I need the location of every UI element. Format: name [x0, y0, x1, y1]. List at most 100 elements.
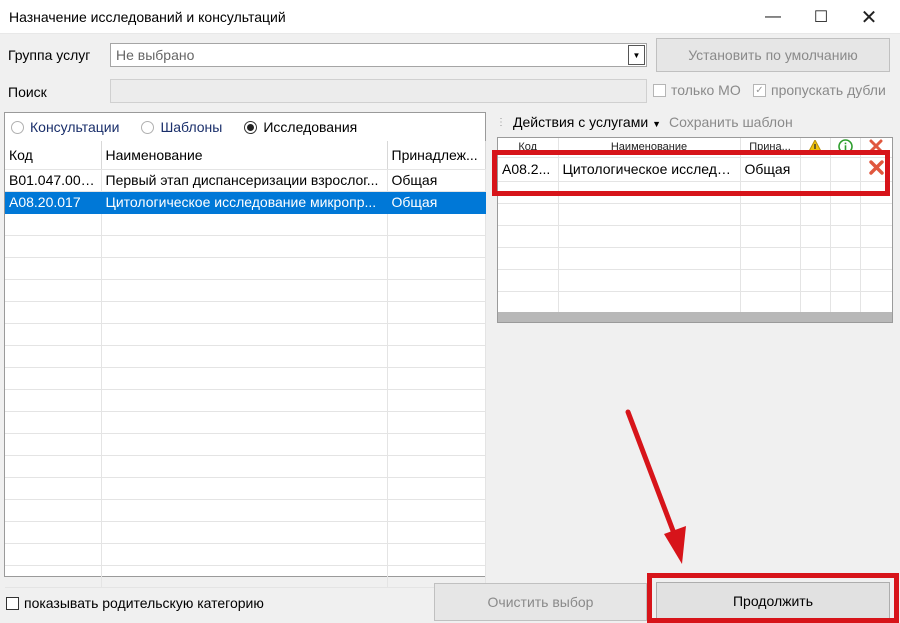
- delete-icon[interactable]: [868, 160, 884, 176]
- skip-duplicates-label: пропускать дубли: [771, 82, 886, 98]
- empty-row: [498, 225, 892, 248]
- empty-row: [5, 301, 486, 324]
- column-header-code[interactable]: Код: [498, 138, 559, 158]
- empty-row: [5, 477, 486, 500]
- column-header-name[interactable]: Наименование: [558, 138, 741, 158]
- table-row-selected[interactable]: A08.20.017 Цитологическое исследование м…: [5, 191, 486, 214]
- maximize-icon: ☐: [813, 9, 829, 26]
- cell-owner: Общая: [387, 169, 486, 192]
- cell-owner: Общая: [740, 157, 801, 182]
- selected-services-table: Код Наименование Прина... A08.2... Цитол…: [498, 138, 892, 314]
- cell-code: A08.2...: [498, 157, 559, 182]
- title-bar: Назначение исследований и консультаций —…: [0, 0, 900, 34]
- set-default-label: Установить по умолчанию: [688, 47, 858, 63]
- only-mo-checkbox[interactable]: только МО: [653, 82, 741, 98]
- actions-menu-label: Действия с услугами: [513, 114, 649, 130]
- clear-selection-button[interactable]: Очистить выбор: [434, 583, 647, 621]
- empty-row: [498, 203, 892, 226]
- column-header-name[interactable]: Наименование: [101, 141, 388, 170]
- cell-name: Цитологическое исследование микропр...: [101, 191, 388, 214]
- empty-row: [498, 247, 892, 270]
- column-header-delete[interactable]: [860, 138, 892, 158]
- close-icon: ✕: [860, 6, 878, 29]
- column-header-owner[interactable]: Принадлеж...: [387, 141, 486, 170]
- radio-selected-icon[interactable]: [244, 120, 258, 134]
- cell-name: Первый этап диспансеризации взрослог...: [101, 169, 388, 192]
- minimize-button[interactable]: —: [750, 0, 796, 34]
- skip-duplicates-checkbox[interactable]: ✓ пропускать дубли: [753, 82, 886, 98]
- horizontal-scrollbar[interactable]: [498, 312, 892, 322]
- empty-row: [5, 213, 486, 236]
- empty-row: [5, 345, 486, 368]
- empty-row: [5, 565, 486, 588]
- maximize-button[interactable]: ☐: [798, 0, 844, 34]
- empty-row: [5, 257, 486, 280]
- group-label: Группа услуг: [8, 47, 91, 63]
- column-header-owner[interactable]: Прина...: [740, 138, 801, 158]
- arrow-annotation-icon: [625, 409, 686, 564]
- tab-consultations[interactable]: Консультации: [11, 119, 119, 135]
- delete-row-button[interactable]: [860, 157, 892, 182]
- table-row[interactable]: B01.047.001... Первый этап диспансеризац…: [5, 169, 486, 192]
- show-parent-checkbox[interactable]: показывать родительскую категорию: [6, 595, 264, 611]
- grip-icon: ⋮: [496, 116, 506, 128]
- search-input[interactable]: [110, 79, 647, 103]
- empty-row: [5, 235, 486, 258]
- close-button[interactable]: ✕: [846, 0, 892, 34]
- tab-templates[interactable]: Шаблоны: [141, 119, 222, 135]
- delete-icon: [868, 138, 884, 154]
- checkbox-icon[interactable]: [6, 596, 19, 610]
- empty-row: [5, 367, 486, 390]
- empty-row: [5, 543, 486, 566]
- warning-icon: [807, 139, 823, 155]
- save-template-button[interactable]: Сохранить шаблон: [669, 114, 793, 130]
- only-mo-label: только МО: [671, 82, 741, 98]
- empty-row: [498, 291, 892, 314]
- empty-row: [5, 455, 486, 478]
- column-header-warning[interactable]: [800, 138, 831, 158]
- empty-row: [5, 433, 486, 456]
- checkmark-icon[interactable]: ✓: [753, 83, 766, 97]
- dropdown-arrow-icon: ▼: [652, 119, 661, 129]
- selected-services-toolbar: ⋮ Действия с услугами ▼ Сохранить шаблон: [496, 114, 793, 130]
- radio-icon[interactable]: [141, 120, 155, 134]
- tab-consultations-label: Консультации: [30, 119, 120, 135]
- services-panel: Консультации Шаблоны Исследования Код На…: [4, 112, 486, 588]
- empty-row: [5, 323, 486, 346]
- actions-menu[interactable]: Действия с услугами ▼: [513, 114, 661, 130]
- empty-row: [5, 389, 486, 412]
- cell-name: Цитологическое исследо...: [558, 157, 741, 182]
- table-row[interactable]: A08.2... Цитологическое исследо... Общая: [498, 157, 892, 182]
- checkbox-icon[interactable]: [653, 83, 666, 97]
- empty-row: [498, 269, 892, 292]
- selected-services-panel: Код Наименование Прина... A08.2... Цитол…: [497, 137, 893, 323]
- continue-label: Продолжить: [732, 593, 814, 609]
- chevron-down-icon[interactable]: ▼: [628, 45, 645, 65]
- tab-studies[interactable]: Исследования: [244, 119, 357, 135]
- table-header: Код Наименование Принадлеж...: [5, 141, 486, 170]
- tab-templates-label: Шаблоны: [160, 119, 223, 135]
- empty-row: [498, 181, 892, 204]
- empty-row: [5, 521, 486, 544]
- continue-button[interactable]: Продолжить: [656, 582, 890, 620]
- empty-row: [5, 499, 486, 522]
- group-select[interactable]: Не выбрано ▼: [110, 43, 647, 67]
- empty-row: [5, 411, 486, 434]
- radio-icon[interactable]: [11, 120, 24, 134]
- services-table: Код Наименование Принадлеж... B01.047.00…: [5, 141, 486, 588]
- info-icon: [837, 138, 853, 154]
- cell-code: A08.20.017: [5, 191, 102, 214]
- search-label: Поиск: [8, 84, 47, 100]
- table-header: Код Наименование Прина...: [498, 138, 892, 158]
- service-type-tabs: Консультации Шаблоны Исследования: [11, 119, 357, 135]
- column-header-code[interactable]: Код: [5, 141, 102, 170]
- clear-selection-label: Очистить выбор: [487, 594, 594, 610]
- column-header-info[interactable]: [830, 138, 861, 158]
- cell-owner: Общая: [387, 191, 486, 214]
- minimize-icon: —: [765, 8, 781, 25]
- cell-code: B01.047.001...: [5, 169, 102, 192]
- set-default-button[interactable]: Установить по умолчанию: [656, 38, 890, 72]
- empty-row: [5, 279, 486, 302]
- tab-studies-label: Исследования: [263, 119, 358, 135]
- window-title: Назначение исследований и консультаций: [9, 9, 286, 25]
